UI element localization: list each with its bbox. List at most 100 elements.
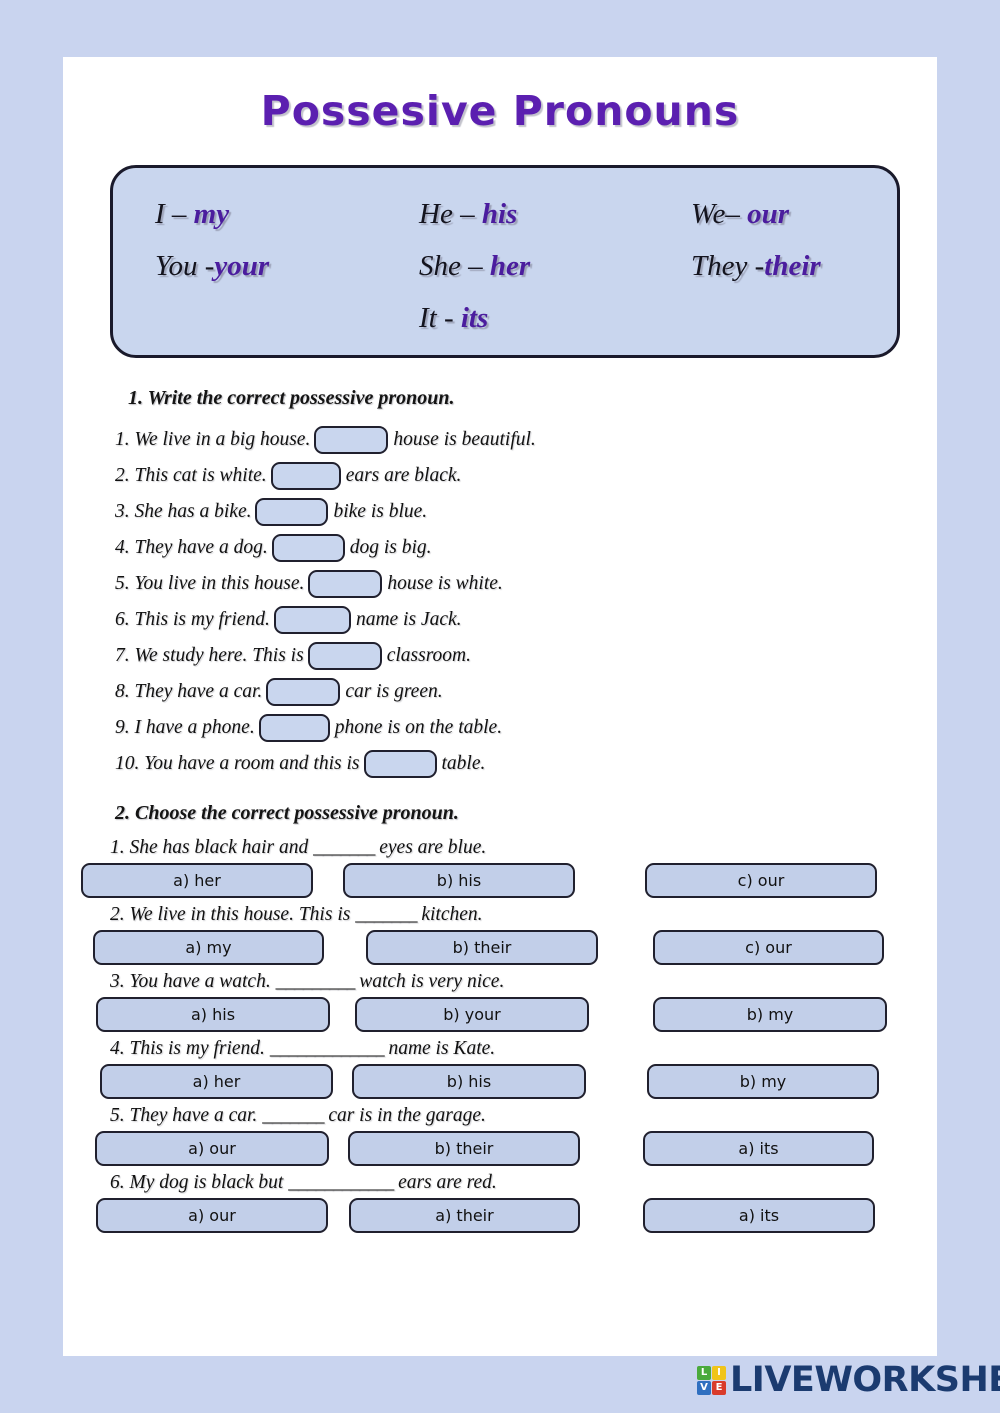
possessive-pronoun: her: [489, 250, 531, 282]
possessive-pronoun: their: [764, 250, 821, 282]
exercise-1-item: 5. You live in this house. house is white…: [63, 566, 937, 602]
logo-tile-v: V: [697, 1380, 711, 1395]
question-number: 6.: [110, 1172, 125, 1193]
item-prompt-after: car is green.: [345, 681, 443, 702]
answer-input[interactable]: [271, 534, 345, 562]
exercise-2-question: 1. She has black hair and _______ eyes a…: [63, 837, 937, 904]
question-text-after: car is in the garage.: [323, 1105, 486, 1126]
item-prompt-after: ears are black.: [345, 465, 462, 486]
exercise-1-item: 3. She has a bike. bike is blue.: [63, 494, 937, 530]
answer-option[interactable]: c) our: [645, 863, 877, 898]
answer-option[interactable]: a) its: [643, 1198, 875, 1233]
question-text: 3. You have a watch. _________ watch is …: [63, 971, 937, 993]
option-row: a) our b) their a) its: [63, 1127, 937, 1172]
item-prompt-before: 2. This cat is white.: [115, 465, 267, 486]
question-text-after: ears are red.: [393, 1172, 497, 1193]
question-blank: _________: [275, 971, 356, 992]
question-text-before: You have a watch.: [129, 971, 276, 992]
subject-pronoun: She –: [419, 250, 490, 282]
answer-option[interactable]: b) his: [343, 863, 575, 898]
exercise-1-list: 1. We live in a big house. house is beaut…: [63, 422, 937, 782]
item-prompt-before: 9. I have a phone.: [115, 717, 255, 738]
question-text-before: We live in this house. This is: [129, 904, 356, 925]
answer-input[interactable]: [314, 426, 389, 454]
answer-option[interactable]: a) their: [349, 1198, 580, 1233]
reference-line: He – his: [419, 198, 530, 231]
answer-option[interactable]: b) their: [366, 930, 598, 965]
subject-pronoun: He –: [419, 198, 482, 230]
question-text-before: My dog is black but: [129, 1172, 289, 1193]
item-prompt-before: 3. She has a bike.: [115, 501, 252, 522]
possessive-pronoun: my: [193, 198, 230, 230]
question-text: 2. We live in this house. This is ______…: [63, 904, 937, 926]
item-prompt-before: 1. We live in a big house.: [115, 429, 311, 450]
question-blank: _____________: [269, 1038, 385, 1059]
question-number: 2.: [110, 904, 125, 925]
option-row: a) her b) his b) my: [63, 1060, 937, 1105]
item-prompt-before: 8. They have a car.: [115, 681, 263, 702]
item-prompt-after: house is beautiful.: [393, 429, 536, 450]
reference-column-1: I – my You -your: [155, 198, 269, 302]
exercise-2-question: 4. This is my friend. _____________ name…: [63, 1038, 937, 1105]
exercise-1-item: 10. You have a room and this is table.: [63, 746, 937, 782]
question-text-before: This is my friend.: [129, 1038, 270, 1059]
exercise-2-question: 6. My dog is black but ____________ ears…: [63, 1172, 937, 1239]
logo-wordmark: LIVEWORKSHEETS: [730, 1360, 1000, 1400]
question-number: 4.: [110, 1038, 125, 1059]
answer-option[interactable]: b) my: [653, 997, 887, 1032]
answer-option[interactable]: b) their: [348, 1131, 580, 1166]
answer-option[interactable]: b) your: [355, 997, 589, 1032]
question-blank: _______: [262, 1105, 324, 1126]
answer-input[interactable]: [266, 678, 341, 706]
answer-input[interactable]: [307, 642, 382, 670]
question-text: 4. This is my friend. _____________ name…: [63, 1038, 937, 1060]
answer-option[interactable]: a) my: [93, 930, 324, 965]
subject-pronoun: They -: [691, 250, 765, 282]
logo-tiles-icon: L I V E: [697, 1365, 726, 1395]
item-prompt-after: classroom.: [386, 645, 472, 666]
answer-option[interactable]: c) our: [653, 930, 884, 965]
subject-pronoun: We–: [691, 198, 748, 230]
answer-input[interactable]: [308, 570, 383, 598]
answer-option[interactable]: a) our: [95, 1131, 329, 1166]
option-row: a) her b) his c) our: [63, 859, 937, 904]
subject-pronoun: I –: [155, 198, 194, 230]
reference-column-3: We– our They -their: [691, 198, 821, 302]
subject-pronoun: You -: [155, 250, 215, 282]
question-text-after: watch is very nice.: [354, 971, 505, 992]
liveworksheets-logo[interactable]: L I V E LIVEWORKSHEETS: [697, 1360, 1000, 1400]
possessive-pronoun: his: [481, 198, 518, 230]
answer-option[interactable]: a) her: [100, 1064, 333, 1099]
logo-tile-i: I: [712, 1365, 726, 1380]
question-text-after: eyes are blue.: [374, 837, 487, 858]
answer-option[interactable]: b) his: [352, 1064, 586, 1099]
exercise-2-question: 5. They have a car. _______ car is in th…: [63, 1105, 937, 1172]
question-blank: ____________: [288, 1172, 394, 1193]
answer-input[interactable]: [258, 714, 330, 742]
option-row: a) his b) your b) my: [63, 993, 937, 1038]
answer-input[interactable]: [270, 462, 341, 490]
reference-column-2: He – his She – her It - its: [419, 198, 530, 354]
exercise-2-question: 2. We live in this house. This is ______…: [63, 904, 937, 971]
answer-option[interactable]: a) his: [96, 997, 330, 1032]
exercise-1-item: 6. This is my friend. name is Jack.: [63, 602, 937, 638]
exercise-1-heading: 1. Write the correct possessive pronoun.: [128, 387, 455, 409]
exercise-1-item: 1. We live in a big house. house is beaut…: [63, 422, 937, 458]
item-prompt-after: house is white.: [387, 573, 503, 594]
possessive-pronoun: your: [214, 250, 270, 282]
answer-option[interactable]: b) my: [647, 1064, 879, 1099]
answer-option[interactable]: a) its: [643, 1131, 874, 1166]
answer-option[interactable]: a) her: [81, 863, 313, 898]
possessive-pronoun: its: [460, 302, 489, 334]
question-number: 1.: [110, 837, 125, 858]
answer-option[interactable]: a) our: [96, 1198, 328, 1233]
answer-input[interactable]: [363, 750, 437, 778]
answer-input[interactable]: [273, 606, 351, 634]
worksheet-sheet: Possesive Pronouns I – my You -your He –…: [63, 57, 937, 1356]
exercise-2-question: 3. You have a watch. _________ watch is …: [63, 971, 937, 1038]
reference-line: You -your: [155, 250, 269, 283]
page-title: Possesive Pronouns: [260, 87, 740, 135]
logo-tile-e: E: [712, 1380, 726, 1395]
answer-input[interactable]: [255, 498, 329, 526]
item-prompt-after: phone is on the table.: [334, 717, 503, 738]
